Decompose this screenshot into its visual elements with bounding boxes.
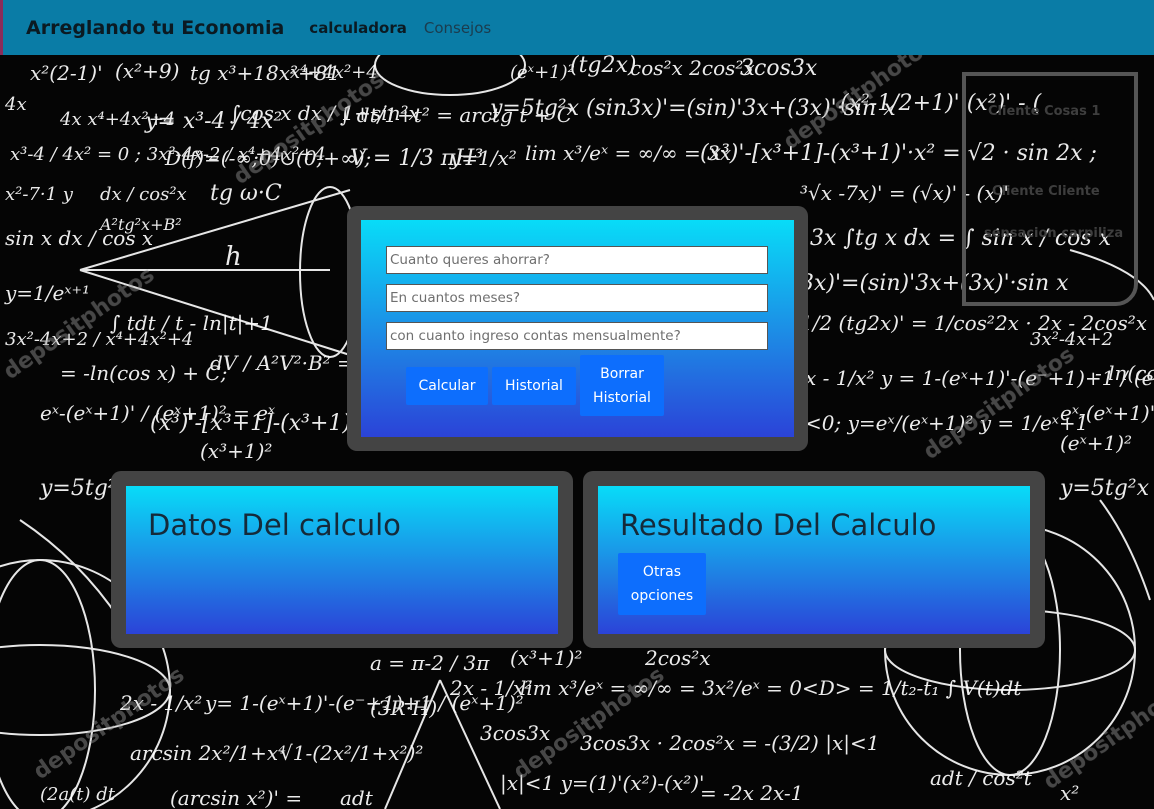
svg-text:h: h: [225, 242, 242, 272]
svg-text:3x²-4x+2: 3x²-4x+2: [1030, 329, 1113, 350]
svg-text:x²(2-1)': x²(2-1)': [30, 61, 103, 85]
months-input[interactable]: [386, 284, 768, 312]
svg-text:(2a(t) dt: (2a(t) dt: [40, 784, 116, 805]
svg-text:dx / cos²x: dx / cos²x: [100, 184, 187, 205]
svg-text:3cos3x · 2cos²x = -(3/2) |x|<: 3cos3x · 2cos²x = -(3/2) |x|<1: [580, 731, 879, 756]
svg-text:(eˣ+1)²: (eˣ+1)²: [510, 62, 575, 83]
svg-text:eˣ-(eˣ+1)': eˣ-(eˣ+1)': [1060, 401, 1154, 425]
svg-text:(x³+1)²: (x³+1)²: [200, 439, 272, 463]
resultado-panel-body: Resultado Del Calculo Otras opciones: [598, 486, 1030, 634]
svg-text:√1-(2x²/1+x²)²: √1-(2x²/1+x²)²: [280, 741, 423, 765]
calcular-button[interactable]: Calcular: [406, 367, 488, 405]
nav-link-calculadora[interactable]: calculadora: [309, 19, 407, 37]
navbar: Arreglando tu Economia calculadora Conse…: [0, 0, 1154, 55]
aside-item-2[interactable]: Cliente Cliente: [992, 184, 1100, 199]
svg-text:adt / cos²t: adt / cos²t: [930, 766, 1033, 790]
svg-text:4x: 4x: [4, 94, 27, 115]
borrar-historial-button[interactable]: Borrar Historial: [580, 355, 664, 416]
resultado-title: Resultado Del Calculo: [620, 508, 937, 542]
svg-text:3cos3x: 3cos3x: [740, 56, 818, 81]
historial-button[interactable]: Historial: [492, 367, 576, 405]
otras-opciones-button[interactable]: Otras opciones: [618, 553, 706, 615]
svg-text:cos²x 2cos²x: cos²x 2cos²x: [630, 56, 755, 80]
monthly-income-input[interactable]: [386, 322, 768, 350]
svg-text:adt: adt: [340, 786, 374, 809]
svg-text:3cos3x: 3cos3x: [480, 721, 550, 745]
datos-panel-body: Datos Del calculo: [126, 486, 558, 634]
svg-text:lim x³/eˣ = ∞/∞ = 3x²/eˣ = 0<D: lim x³/eˣ = ∞/∞ = 3x²/eˣ = 0<D> = 1/t₂-t…: [520, 676, 1022, 700]
svg-text:a = π-2 / 3π: a = π-2 / 3π: [370, 651, 490, 675]
svg-text:x²-7·1 y: x²-7·1 y: [5, 184, 74, 205]
svg-text:(x³+1)²: (x³+1)²: [510, 646, 582, 670]
svg-text:(tg2x): (tg2x): [570, 53, 637, 78]
svg-text:y=5tg²x: y=5tg²x: [1059, 476, 1150, 501]
svg-text:(arcsin x²)' =: (arcsin x²)' =: [170, 786, 302, 809]
svg-text:y=1/eˣ⁺¹: y=1/eˣ⁺¹: [4, 281, 90, 305]
brand-title[interactable]: Arreglando tu Economia: [26, 17, 284, 39]
svg-text:(eˣ+1)²: (eˣ+1)²: [1060, 431, 1132, 455]
datos-panel: Datos Del calculo: [111, 471, 573, 648]
calculator-panel-body: Calcular Historial Borrar Historial: [361, 220, 794, 437]
nav-link-consejos[interactable]: Consejos: [424, 19, 491, 37]
calculator-panel: Calcular Historial Borrar Historial: [347, 206, 808, 451]
svg-text:arcsin 2x²/1+x⁴: arcsin 2x²/1+x⁴: [130, 741, 286, 765]
svg-text:sin x dx / cos x: sin x dx / cos x: [5, 226, 153, 250]
savings-goal-input[interactable]: [386, 246, 768, 274]
aside-item-1[interactable]: Cliente Cosas 1: [988, 104, 1100, 119]
svg-text:y=1/x²: y=1/x²: [449, 146, 517, 170]
resultado-panel: Resultado Del Calculo Otras opciones: [583, 471, 1045, 648]
svg-text:- ln(co: - ln(co: [1095, 361, 1154, 385]
sidebar-aside: Cliente Cosas 1 Cliente Cliente sensacio…: [962, 72, 1138, 306]
svg-text:= -2x 2x-1: = -2x 2x-1: [700, 781, 803, 805]
svg-text:(3R·H): (3R·H): [370, 696, 437, 720]
svg-text:= -ln(cos x) + C;: = -ln(cos x) + C;: [60, 361, 227, 385]
svg-text:(x²+9): (x²+9): [115, 59, 179, 83]
aside-item-3[interactable]: sensacion carpiliza: [984, 226, 1123, 241]
datos-title: Datos Del calculo: [148, 508, 401, 542]
